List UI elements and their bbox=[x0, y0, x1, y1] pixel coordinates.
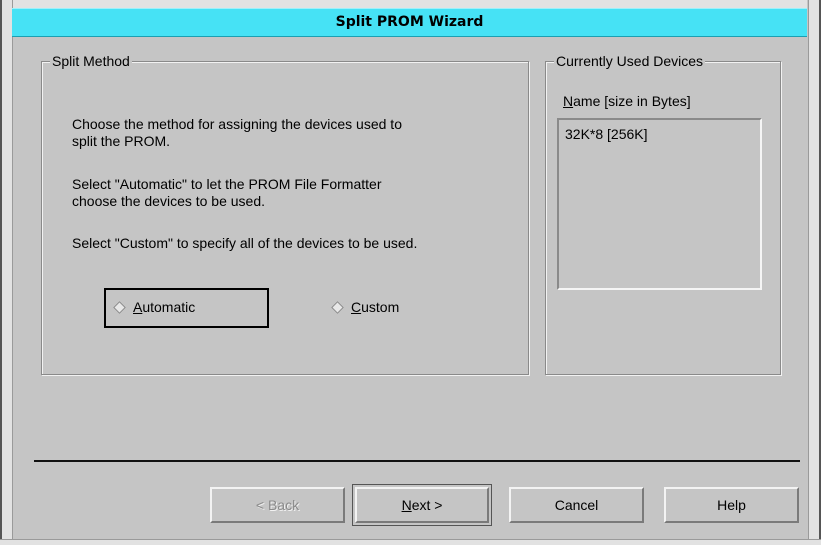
radio-automatic-label: Automatic bbox=[133, 299, 196, 315]
list-item[interactable]: 32K*8 [256K] bbox=[565, 126, 648, 143]
radio-diamond-icon bbox=[113, 300, 126, 314]
instruction-line-4: choose the devices to be used. bbox=[72, 193, 266, 209]
next-button[interactable]: Next > bbox=[352, 484, 492, 526]
help-button[interactable]: Help bbox=[664, 487, 799, 523]
window-title: Split PROM Wizard bbox=[335, 14, 484, 30]
window-left-border[interactable] bbox=[0, 0, 13, 545]
back-button[interactable]: < Back bbox=[210, 487, 345, 523]
instruction-line-2: split the PROM. bbox=[72, 133, 171, 149]
wizard-window: Split PROM Wizard Split Method Choose th… bbox=[0, 0, 821, 545]
radio-automatic[interactable]: Automatic bbox=[113, 299, 196, 315]
title-bar[interactable]: Split PROM Wizard bbox=[12, 8, 807, 37]
button-separator bbox=[34, 460, 800, 462]
radio-custom-label: Custom bbox=[351, 299, 400, 315]
window-bottom-border[interactable] bbox=[0, 539, 821, 545]
radio-custom[interactable]: Custom bbox=[331, 299, 400, 315]
radio-diamond-icon bbox=[331, 300, 344, 314]
instruction-line-3: Select "Automatic" to let the PROM File … bbox=[72, 176, 382, 192]
devices-listbox[interactable]: 32K*8 [256K] bbox=[557, 118, 762, 290]
cancel-button[interactable]: Cancel bbox=[509, 487, 644, 523]
split-method-legend: Split Method bbox=[50, 53, 132, 69]
devices-list-header: Name [size in Bytes] bbox=[563, 93, 691, 109]
instruction-line-5: Select "Custom" to specify all of the de… bbox=[72, 235, 418, 251]
window-right-border[interactable] bbox=[808, 0, 821, 545]
instruction-line-1: Choose the method for assigning the devi… bbox=[72, 116, 402, 132]
devices-legend: Currently Used Devices bbox=[554, 53, 706, 69]
